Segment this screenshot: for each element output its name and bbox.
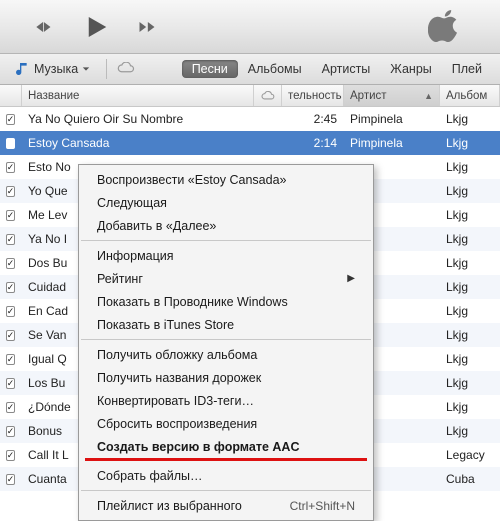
col-artist[interactable]: Артист ▲: [344, 85, 440, 106]
track-duration: 2:45: [282, 107, 344, 131]
track-album: Lkjg: [440, 251, 500, 275]
track-album: Cuba: [440, 467, 500, 491]
ctx-reset-play[interactable]: Сбросить воспроизведения: [79, 412, 373, 435]
track-album: Lkjg: [440, 299, 500, 323]
ctx-get-names[interactable]: Получить названия дорожек: [79, 366, 373, 389]
ctx-create-aac[interactable]: Создать версию в формате AAC: [79, 435, 373, 458]
sort-asc-icon: ▲: [424, 91, 433, 101]
divider: [81, 339, 371, 340]
track-album: Lkjg: [440, 227, 500, 251]
col-album[interactable]: Альбом: [440, 85, 500, 106]
track-album: Lkjg: [440, 347, 500, 371]
table-row[interactable]: Estoy Cansada 2:14PimpinelaLkjg: [0, 131, 500, 155]
track-album: Lkjg: [440, 419, 500, 443]
library-label: Музыка: [34, 62, 78, 76]
table-row[interactable]: Ya No Quiero Oir Su Nombre 2:45PimpinelaL…: [0, 107, 500, 131]
checkbox-icon[interactable]: [6, 354, 16, 365]
track-album: Lkjg: [440, 131, 500, 155]
column-headers: Название тельность Артист ▲ Альбом: [0, 85, 500, 107]
checkbox-icon[interactable]: [6, 162, 16, 173]
library-view-bar: Музыка Песни Альбомы Артисты Жанры Плей: [0, 54, 500, 85]
divider: [81, 240, 371, 241]
itunes-window: Музыка Песни Альбомы Артисты Жанры Плей …: [0, 0, 500, 502]
tab-songs[interactable]: Песни: [182, 60, 238, 78]
divider: [106, 59, 107, 79]
track-album: Lkjg: [440, 107, 500, 131]
tab-artists[interactable]: Артисты: [312, 60, 381, 78]
track-album: Lkjg: [440, 203, 500, 227]
ctx-rating[interactable]: Рейтинг ▶: [79, 267, 373, 290]
divider: [81, 490, 371, 491]
ctx-get-art[interactable]: Получить обложку альбома: [79, 343, 373, 366]
cloud-icon[interactable]: [117, 62, 135, 77]
checkbox-icon[interactable]: [6, 426, 16, 437]
music-icon: [14, 61, 30, 77]
track-duration: 2:14: [282, 131, 344, 155]
track-album: Lkjg: [440, 371, 500, 395]
previous-button[interactable]: [28, 12, 58, 42]
tab-genres[interactable]: Жанры: [380, 60, 441, 78]
ctx-show-store[interactable]: Показать в iTunes Store: [79, 313, 373, 336]
track-album: Lkjg: [440, 275, 500, 299]
track-album: Lkjg: [440, 179, 500, 203]
next-button[interactable]: [132, 12, 162, 42]
ctx-show-explorer[interactable]: Показать в Проводнике Windows: [79, 290, 373, 313]
checkbox-icon[interactable]: [6, 186, 16, 197]
play-button[interactable]: [76, 8, 114, 46]
playback-toolbar: [0, 0, 500, 54]
track-album: Legacy: [440, 443, 500, 467]
col-check[interactable]: [0, 85, 22, 106]
tab-albums[interactable]: Альбомы: [238, 60, 312, 78]
track-album: Lkjg: [440, 323, 500, 347]
track-artist: Pimpinela: [344, 131, 440, 155]
library-dropdown[interactable]: Музыка: [8, 59, 96, 79]
chevron-down-icon: [82, 62, 90, 76]
checkbox-icon[interactable]: [6, 306, 16, 317]
cloud-icon: [261, 91, 275, 101]
highlight-underline: [85, 458, 367, 461]
ctx-add-next[interactable]: Добавить в «Далее»: [79, 214, 373, 237]
ctx-convert-id3[interactable]: Конвертировать ID3-теги…: [79, 389, 373, 412]
ctx-next[interactable]: Следующая: [79, 191, 373, 214]
checkbox-icon[interactable]: [6, 210, 16, 221]
track-artist: Pimpinela: [344, 107, 440, 131]
shortcut-label: Ctrl+Shift+N: [290, 499, 355, 513]
apple-logo-icon: [424, 4, 466, 46]
checkbox-icon[interactable]: [6, 378, 16, 389]
tab-playlists[interactable]: Плей: [442, 60, 492, 78]
track-album: Lkjg: [440, 155, 500, 179]
checkbox-icon[interactable]: [6, 114, 16, 125]
checkbox-icon[interactable]: [6, 474, 16, 485]
checkbox-icon[interactable]: [6, 450, 16, 461]
context-menu: Воспроизвести «Estoy Cansada» Следующая …: [78, 164, 374, 521]
track-name: Estoy Cansada: [22, 131, 254, 155]
view-tabs: Песни Альбомы Артисты Жанры Плей: [182, 60, 492, 78]
checkbox-icon[interactable]: [6, 258, 16, 269]
ctx-gather-files[interactable]: Собрать файлы…: [79, 464, 373, 487]
ctx-info[interactable]: Информация: [79, 244, 373, 267]
ctx-play[interactable]: Воспроизвести «Estoy Cansada»: [79, 168, 373, 191]
checkbox-icon[interactable]: [6, 234, 16, 245]
track-album: Lkjg: [440, 395, 500, 419]
col-cloud[interactable]: [254, 85, 282, 106]
track-name: Ya No Quiero Oir Su Nombre: [22, 107, 254, 131]
checkbox-icon[interactable]: [6, 282, 16, 293]
checkbox-icon[interactable]: [6, 138, 16, 149]
col-name[interactable]: Название: [22, 85, 254, 106]
ctx-playlist-from-sel[interactable]: Плейлист из выбранного Ctrl+Shift+N: [79, 494, 373, 517]
col-duration[interactable]: тельность: [282, 85, 344, 106]
checkbox-icon[interactable]: [6, 402, 16, 413]
submenu-arrow-icon: ▶: [347, 273, 355, 284]
checkbox-icon[interactable]: [6, 330, 16, 341]
